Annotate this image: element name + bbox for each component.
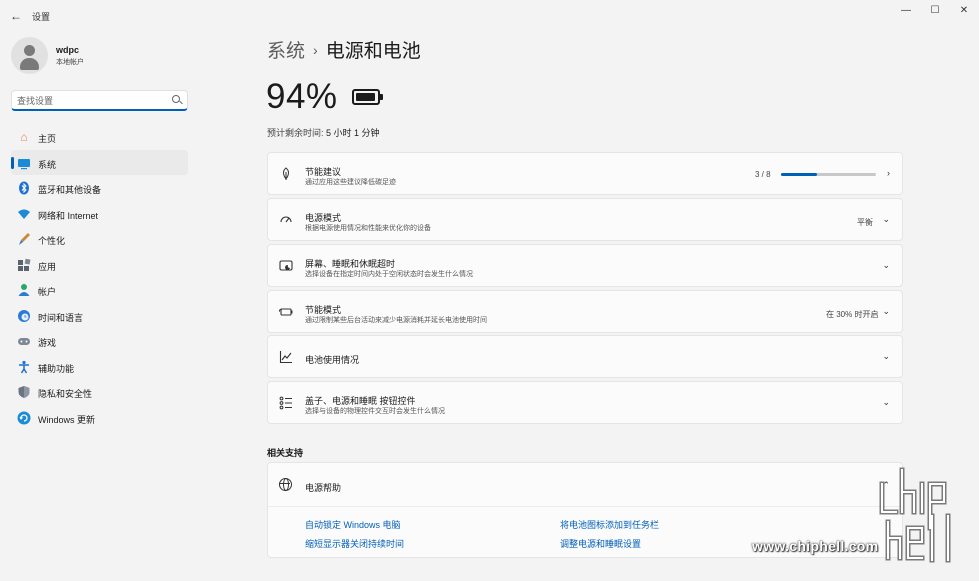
chiphell-watermark-logo bbox=[879, 467, 951, 563]
chevron-down-icon: ⌄ bbox=[882, 306, 890, 316]
sidebar-item-bluetooth[interactable]: 蓝牙和其他设备 bbox=[11, 175, 188, 201]
time-language-icon bbox=[17, 309, 31, 323]
wifi-icon bbox=[17, 207, 31, 221]
remaining-time: 预计剩余时间: 5 小时 1 分钟 bbox=[267, 126, 380, 139]
energy-recommendations-card[interactable]: 节能建议 通过应用这些建议降低碳足迹 3 / 8 › bbox=[267, 152, 903, 195]
related-support-heading: 相关支持 bbox=[267, 448, 304, 458]
remaining-time-label: 预计剩余时间: bbox=[267, 128, 324, 138]
battery-saver-card[interactable]: 节能模式 通过限制某些后台活动来减少电源消耗并延长电池使用时间 在 30% 时开… bbox=[267, 290, 903, 333]
sidebar-item-label: 网络和 Internet bbox=[38, 210, 99, 221]
breadcrumb: 系统 › 电源和电池 bbox=[267, 36, 421, 63]
card-description: 选择设备在指定时间内处于空闲状态时会发生什么情况 bbox=[305, 271, 473, 278]
chevron-down-icon: ⌄ bbox=[882, 351, 890, 361]
close-button[interactable]: ✕ bbox=[950, 4, 978, 18]
sidebar-item-label: 时间和语言 bbox=[38, 312, 84, 323]
sidebar-item-label: 辅助功能 bbox=[38, 363, 75, 374]
account-type: 本地帐户 bbox=[56, 59, 84, 66]
accessibility-icon bbox=[17, 360, 31, 374]
sidebar-item-accessibility[interactable]: 辅助功能 bbox=[11, 354, 188, 380]
globe-icon bbox=[279, 478, 292, 491]
sidebar-item-gaming[interactable]: 游戏 bbox=[11, 328, 188, 354]
sidebar-item-label: 个性化 bbox=[38, 236, 66, 246]
power-mode-card[interactable]: 电源模式 根据电源使用情况和性能来优化你的设备 平衡 ⌄ bbox=[267, 198, 903, 241]
sidebar-nav: ⌂ 主页 系统 蓝牙和其他设备 网络和 Internet 个性化 应用 帐户 时… bbox=[11, 124, 188, 430]
sidebar-item-network[interactable]: 网络和 Internet bbox=[11, 201, 188, 227]
screen-sleep-timeout-card[interactable]: 屏幕、睡眠和休眠超时 选择设备在指定时间内处于空闲状态时会发生什么情况 ⌄ bbox=[267, 244, 903, 287]
recommendations-progress-bar bbox=[781, 173, 876, 176]
watermark-url: www.chiphell.com bbox=[752, 538, 879, 554]
chevron-down-icon: ⌄ bbox=[882, 397, 890, 407]
sidebar-item-time-language[interactable]: 时间和语言 bbox=[11, 303, 188, 329]
avatar bbox=[11, 37, 48, 74]
battery-saver-icon bbox=[278, 305, 293, 319]
link-display-off-duration[interactable]: 缩短显示器关闭持续时间 bbox=[305, 537, 404, 550]
app-title: 设置 bbox=[32, 12, 51, 22]
brush-icon bbox=[17, 232, 31, 246]
power-mode-icon bbox=[279, 213, 293, 227]
active-indicator bbox=[11, 156, 14, 169]
sidebar-item-privacy[interactable]: 隐私和安全性 bbox=[11, 379, 188, 405]
maximize-button[interactable]: ☐ bbox=[921, 4, 949, 18]
sidebar-item-apps[interactable]: 应用 bbox=[11, 252, 188, 278]
screen-sleep-icon bbox=[279, 259, 293, 273]
chevron-down-icon: ⌄ bbox=[882, 214, 890, 224]
system-icon bbox=[17, 156, 31, 170]
search-box[interactable] bbox=[11, 90, 188, 111]
battery-icon bbox=[352, 89, 383, 105]
search-input[interactable] bbox=[17, 94, 167, 107]
title-bar: ← 设置 — ☐ ✕ bbox=[0, 0, 979, 30]
card-description: 通过应用这些建议降低碳足迹 bbox=[305, 179, 396, 186]
chevron-right-icon: › bbox=[887, 168, 890, 178]
sidebar-item-label: 主页 bbox=[38, 134, 57, 144]
account-icon bbox=[17, 283, 31, 297]
breadcrumb-parent[interactable]: 系统 bbox=[267, 41, 305, 62]
recommendations-count: 3 / 8 bbox=[755, 170, 771, 179]
power-help-header[interactable]: 电源帮助 ⌃ bbox=[268, 463, 902, 507]
power-help-title: 电源帮助 bbox=[305, 483, 342, 493]
link-power-sleep-settings[interactable]: 调整电源和睡眠设置 bbox=[560, 537, 641, 550]
page-title: 电源和电池 bbox=[325, 41, 421, 62]
sidebar-item-label: 游戏 bbox=[38, 338, 57, 348]
sidebar-item-home[interactable]: ⌂ 主页 bbox=[11, 124, 188, 150]
link-auto-lock[interactable]: 自动锁定 Windows 电脑 bbox=[305, 518, 401, 531]
gamepad-icon bbox=[17, 334, 31, 348]
battery-usage-card[interactable]: 电池使用情况 ⌄ bbox=[267, 335, 903, 378]
chevron-down-icon: ⌄ bbox=[882, 260, 890, 270]
remaining-time-value: 5 小时 1 分钟 bbox=[326, 128, 380, 138]
shield-icon bbox=[17, 385, 31, 399]
sidebar-item-windows-update[interactable]: Windows 更新 bbox=[11, 405, 188, 431]
sidebar-item-label: 应用 bbox=[38, 261, 57, 272]
card-description: 根据电源使用情况和性能来优化你的设备 bbox=[305, 225, 431, 232]
list-icon bbox=[279, 396, 293, 410]
home-icon: ⌂ bbox=[20, 130, 28, 144]
sidebar-item-label: 蓝牙和其他设备 bbox=[38, 185, 102, 195]
leaf-icon bbox=[279, 167, 293, 181]
minimize-button[interactable]: — bbox=[892, 4, 920, 18]
card-title: 电池使用情况 bbox=[305, 355, 360, 365]
power-mode-value[interactable]: 平衡 bbox=[857, 217, 873, 228]
sidebar-item-accounts[interactable]: 帐户 bbox=[11, 277, 188, 303]
card-description: 选择与设备的物理控件交互时会发生什么情况 bbox=[305, 408, 445, 415]
breadcrumb-separator: › bbox=[313, 42, 318, 58]
sidebar-item-label: 帐户 bbox=[38, 287, 57, 297]
chart-icon bbox=[279, 350, 293, 364]
back-arrow-icon[interactable]: ← bbox=[8, 8, 24, 24]
search-icon[interactable] bbox=[172, 95, 180, 103]
sidebar-item-system[interactable]: 系统 bbox=[11, 149, 188, 175]
card-description: 通过限制某些后台活动来减少电源消耗并延长电池使用时间 bbox=[305, 317, 487, 324]
update-icon bbox=[17, 411, 31, 425]
sidebar-item-label: Windows 更新 bbox=[38, 414, 96, 425]
bluetooth-icon bbox=[17, 181, 31, 195]
apps-icon bbox=[17, 258, 31, 272]
user-name: wdpc bbox=[56, 45, 80, 55]
user-profile[interactable]: wdpc 本地帐户 bbox=[11, 37, 191, 75]
lid-power-buttons-card[interactable]: 盖子、电源和睡眠 按钮控件 选择与设备的物理控件交互时会发生什么情况 ⌄ bbox=[267, 381, 903, 424]
battery-saver-value: 在 30% 时开启 bbox=[826, 310, 879, 319]
link-add-battery-icon[interactable]: 将电池图标添加到任务栏 bbox=[560, 518, 659, 531]
sidebar-item-label: 系统 bbox=[38, 159, 57, 170]
sidebar-item-personalization[interactable]: 个性化 bbox=[11, 226, 188, 252]
sidebar-item-label: 隐私和安全性 bbox=[38, 389, 93, 399]
battery-percent: 94% bbox=[266, 77, 338, 116]
